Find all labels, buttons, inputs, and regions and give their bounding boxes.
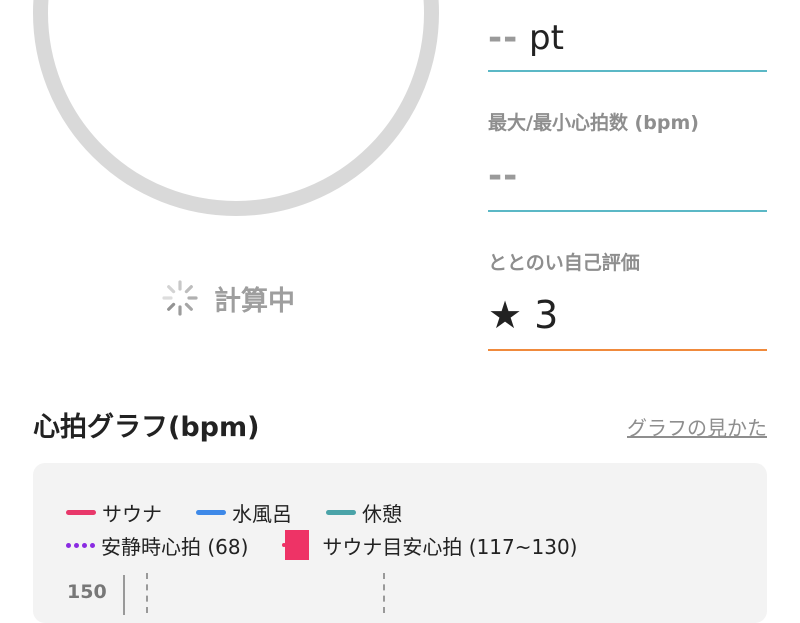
self-rating-field[interactable]: ととのい自己評価 ★ 3	[488, 240, 767, 355]
heart-rate-value: --	[488, 156, 519, 196]
heart-graph-title: 心拍グラフ(bpm)	[33, 412, 260, 443]
legend-item-target-hr: サウナ目安心拍 (117~130)	[282, 530, 578, 560]
star-icon: ★	[488, 293, 523, 337]
heart-rate-label: 最大/最小心拍数 (bpm)	[488, 112, 699, 134]
rest-swatch	[326, 510, 356, 515]
legend-label: サウナ目安心拍 (117~130)	[322, 534, 578, 559]
graph-gridline	[146, 573, 148, 613]
legend-label: サウナ	[102, 502, 162, 526]
legend-label: 水風呂	[232, 502, 292, 526]
loading-spinner-icon	[162, 280, 198, 316]
graph-guide-link[interactable]: グラフの見かた	[627, 412, 767, 441]
legend-item-resting-hr: 安静時心拍 (68)	[66, 531, 248, 560]
score-underline	[488, 70, 767, 72]
heart-graph-card: サウナ 水風呂 休憩 安静時心拍 (68) サウナ目安心拍 (117~130) …	[33, 463, 767, 623]
legend-item-rest: 休憩	[326, 498, 402, 527]
score-unit: pt	[529, 18, 564, 58]
calculating-status: 計算中	[160, 278, 295, 318]
cold-bath-swatch	[196, 510, 226, 515]
sauna-swatch	[66, 510, 96, 515]
score-field: -- pt	[488, 0, 767, 75]
legend-label: 安静時心拍 (68)	[101, 534, 249, 559]
legend-item-cold-bath: 水風呂	[196, 498, 292, 527]
score-gauge-ring	[33, 0, 439, 216]
calculating-label: 計算中	[214, 285, 295, 317]
self-rating-underline	[488, 349, 767, 351]
target-hr-swatch	[282, 530, 310, 560]
legend-label: 休憩	[362, 502, 402, 526]
heart-rate-underline	[488, 210, 767, 212]
legend-item-sauna: サウナ	[66, 498, 162, 527]
rating-number: 3	[534, 293, 559, 337]
y-axis-line	[123, 575, 125, 615]
self-rating-label: ととのい自己評価	[488, 252, 640, 274]
self-rating-value[interactable]: ★ 3	[488, 293, 558, 337]
legend-row-1: サウナ 水風呂 休憩	[66, 498, 436, 527]
score-placeholder: --	[488, 18, 519, 58]
score-value: -- pt	[488, 18, 564, 58]
legend-row-2: 安静時心拍 (68) サウナ目安心拍 (117~130)	[66, 530, 612, 560]
heart-rate-field: 最大/最小心拍数 (bpm) --	[488, 100, 767, 215]
resting-hr-swatch	[66, 542, 95, 548]
graph-gridline	[383, 573, 385, 613]
